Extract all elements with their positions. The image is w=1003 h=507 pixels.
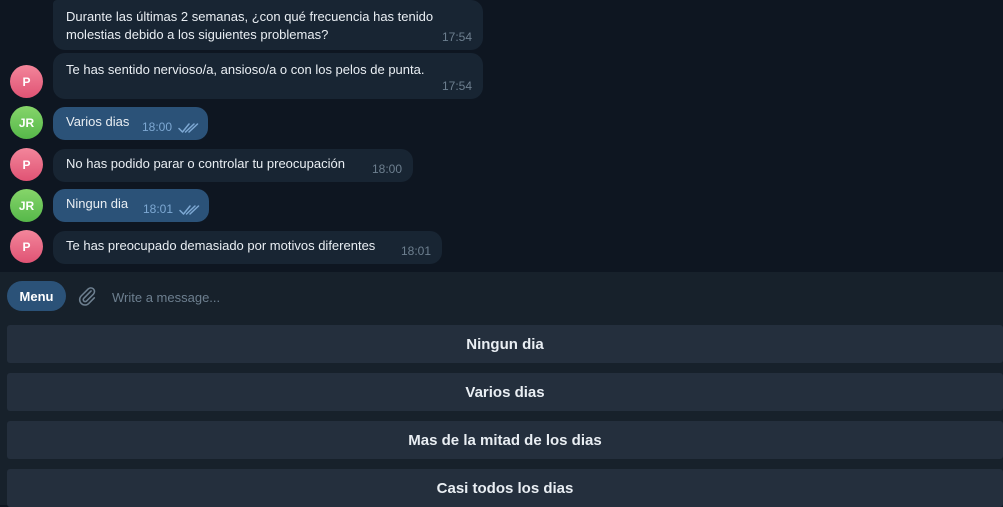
- double-check-icon: [179, 205, 200, 215]
- menu-button[interactable]: Menu: [7, 281, 66, 311]
- message-composer: Menu: [0, 272, 1003, 320]
- message-input[interactable]: [110, 284, 994, 310]
- message-text: Varios dias: [66, 114, 130, 129]
- avatar[interactable]: JR: [10, 189, 43, 222]
- message-text: Ningun dia: [66, 196, 129, 211]
- keyboard-button-varios-dias[interactable]: Varios dias: [7, 373, 1003, 411]
- paperclip-icon[interactable]: [76, 285, 98, 307]
- message-text: Durante las últimas 2 semanas, ¿con qué …: [66, 9, 434, 42]
- message-bubble[interactable]: Durante las últimas 2 semanas, ¿con qué …: [53, 0, 483, 50]
- message-time: 18:00: [371, 162, 402, 176]
- message-bubble[interactable]: Te has preocupado demasiado por motivos …: [53, 231, 442, 264]
- message-bubble[interactable]: No has podido parar o controlar tu preoc…: [53, 149, 413, 182]
- message-time: 18:00: [141, 120, 172, 134]
- message-time: 18:01: [142, 202, 173, 216]
- double-check-icon: [178, 123, 199, 133]
- avatar[interactable]: P: [10, 148, 43, 181]
- message-time: 17:54: [441, 79, 472, 93]
- avatar[interactable]: P: [10, 65, 43, 98]
- reply-keyboard: Ningun dia Varios dias Mas de la mitad d…: [0, 320, 1003, 507]
- message-text: Te has sentido nervioso/a, ansioso/a o c…: [66, 62, 425, 77]
- chat-history: Durante las últimas 2 semanas, ¿con qué …: [0, 0, 1003, 272]
- message-text: No has podido parar o controlar tu preoc…: [66, 156, 345, 171]
- message-bubble[interactable]: Te has sentido nervioso/a, ansioso/a o c…: [53, 53, 483, 99]
- message-time: 17:54: [441, 30, 472, 44]
- keyboard-button-ningun-dia[interactable]: Ningun dia: [7, 325, 1003, 363]
- avatar[interactable]: P: [10, 230, 43, 263]
- keyboard-button-casi-todos[interactable]: Casi todos los dias: [7, 469, 1003, 507]
- keyboard-button-mas-de-la-mitad[interactable]: Mas de la mitad de los dias: [7, 421, 1003, 459]
- message-text: Te has preocupado demasiado por motivos …: [66, 238, 376, 253]
- avatar[interactable]: JR: [10, 106, 43, 139]
- message-bubble[interactable]: Ningun dia 18:01: [53, 189, 209, 222]
- message-time: 18:01: [400, 244, 431, 258]
- message-bubble[interactable]: Varios dias 18:00: [53, 107, 208, 140]
